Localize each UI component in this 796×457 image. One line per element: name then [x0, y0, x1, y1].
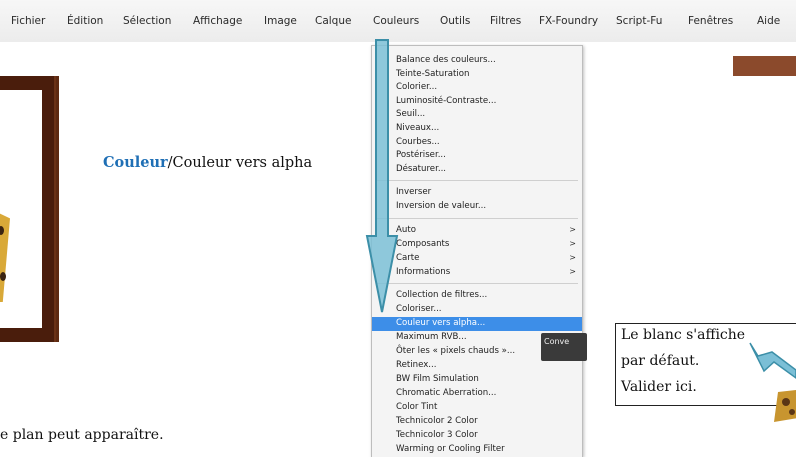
small-pointer-arrow-icon — [749, 342, 796, 379]
big-down-arrow-icon — [365, 39, 399, 313]
annotation-overlay — [365, 39, 796, 379]
